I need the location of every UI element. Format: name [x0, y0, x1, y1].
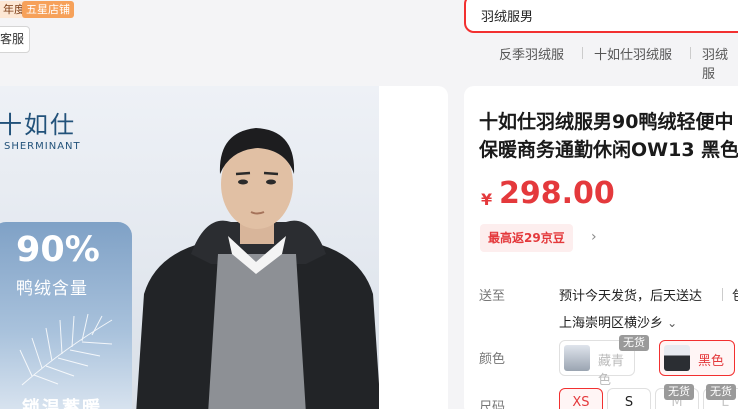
- address-selector[interactable]: 上海崇明区横沙乡 ⌄: [559, 312, 677, 331]
- address-text: 上海崇明区横沙乡: [559, 316, 664, 331]
- color-thumbnail: [664, 345, 690, 371]
- divider: [690, 47, 691, 59]
- chevron-right-icon[interactable]: ›: [591, 229, 597, 245]
- chevron-down-icon: ⌄: [667, 316, 678, 330]
- delivery-estimate: 预计今天发货，后天送达: [559, 289, 703, 304]
- search-input[interactable]: 羽绒服男: [464, 0, 738, 33]
- brand-logo-subtext: SHERMINANT: [4, 141, 81, 152]
- product-price: 298.00: [499, 176, 615, 211]
- promo-text: 锁温蓄暖: [22, 398, 102, 409]
- product-info-panel: 十如仕羽绒服男90鸭绒轻便中 保暖商务通勤休闲OW13 黑色 ¥ 298.00 …: [464, 86, 738, 409]
- hot-search-term[interactable]: 反季羽绒服: [499, 44, 564, 63]
- feather-icon: [19, 313, 113, 386]
- color-name: 藏青色: [598, 354, 625, 388]
- divider: [722, 288, 723, 301]
- color-thumbnail: [564, 345, 590, 371]
- out-of-stock-badge: 无货: [619, 335, 649, 351]
- ship-label: 送至: [479, 289, 506, 304]
- hot-search-term[interactable]: 羽绒服: [702, 44, 738, 82]
- out-of-stock-badge: 无货: [706, 384, 736, 400]
- down-label: 鸭绒含量: [16, 279, 88, 299]
- cashback-badge[interactable]: 最高返29京豆: [480, 224, 573, 252]
- color-name: 黑色: [698, 354, 725, 369]
- product-title: 十如仕羽绒服男90鸭绒轻便中 保暖商务通勤休闲OW13 黑色: [479, 108, 738, 164]
- divider: [582, 47, 583, 59]
- feature-card: 90% 鸭绒含量 锁温蓄暖: [0, 222, 132, 409]
- product-main-image[interactable]: 十如仕 SHERMINANT 90% 鸭绒含量 锁温蓄暖: [0, 86, 379, 409]
- down-percent: 90%: [16, 230, 100, 270]
- out-of-stock-badge: 无货: [664, 384, 694, 400]
- product-title-line: 十如仕羽绒服男90鸭绒轻便中: [479, 111, 734, 133]
- size-option[interactable]: S: [607, 388, 651, 409]
- shop-rating-badge: 五星店铺: [22, 1, 74, 18]
- customer-service-button[interactable]: 客服: [0, 26, 30, 53]
- size-label: 尺码: [479, 400, 506, 409]
- model-figure-image: [136, 128, 379, 409]
- product-title-line: 保暖商务通勤休闲OW13 黑色: [479, 139, 738, 161]
- color-option-selected[interactable]: 黑色: [659, 340, 735, 376]
- brand-logo-text: 十如仕: [0, 111, 76, 139]
- size-option-selected[interactable]: XS: [559, 388, 603, 409]
- top-bar: 年度 五星店铺 客服 羽绒服男 反季羽绒服 十如仕羽绒服 羽绒服: [0, 0, 738, 86]
- currency-symbol: ¥: [481, 190, 493, 209]
- product-gallery: 十如仕 SHERMINANT 90% 鸭绒含量 锁温蓄暖: [0, 86, 448, 409]
- hot-search-term[interactable]: 十如仕羽绒服: [594, 44, 672, 63]
- color-label: 颜色: [479, 352, 506, 367]
- delivery-extra: 包: [732, 285, 738, 304]
